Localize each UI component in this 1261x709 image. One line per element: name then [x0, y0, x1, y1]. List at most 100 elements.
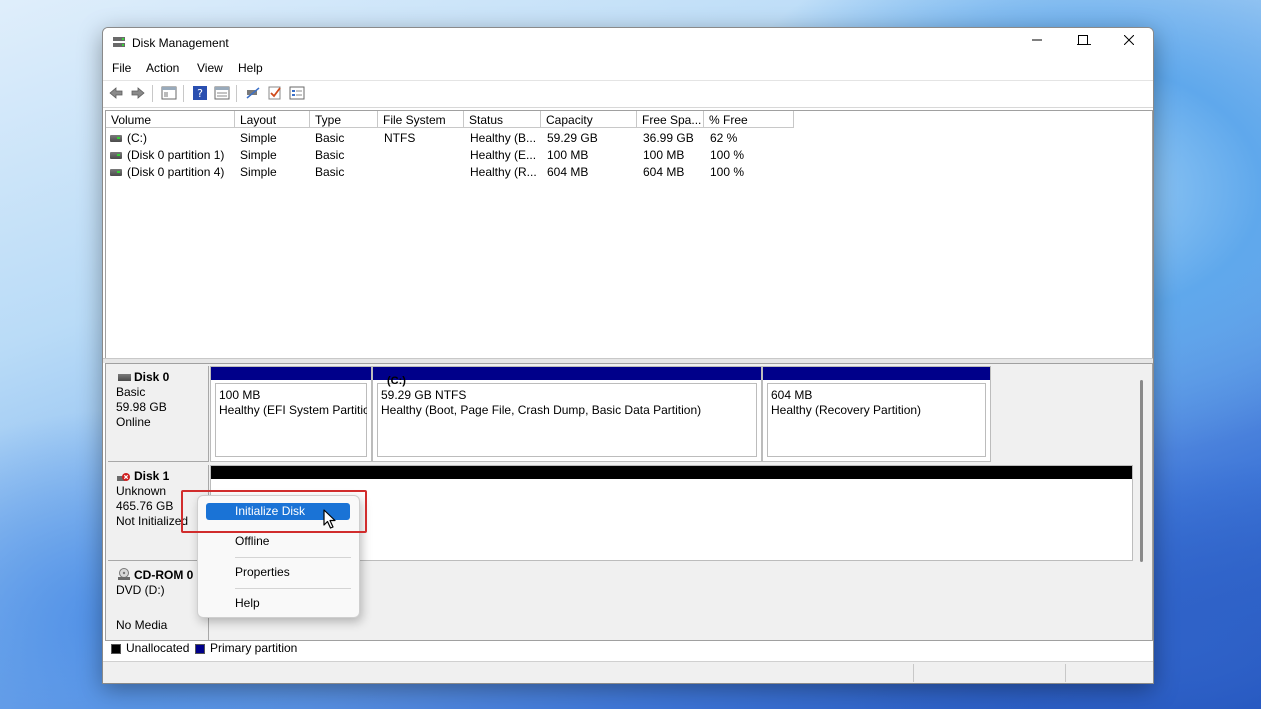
menu-separator [235, 588, 351, 589]
connect-icon[interactable] [245, 85, 261, 101]
volume-list[interactable]: Volume Layout Type File System Status Ca… [105, 110, 1153, 360]
toolbar: ? [103, 80, 1153, 108]
table-row[interactable]: (Disk 0 partition 1) Simple Basic Health… [106, 147, 1152, 164]
menu-file[interactable]: File [112, 61, 131, 75]
cell-percent-free: 62 % [710, 131, 738, 145]
cell-type: Basic [315, 165, 345, 179]
status-bar [103, 661, 1153, 683]
disk-1-status: Not Initialized [116, 514, 189, 528]
legend-unallocated: Unallocated [126, 641, 190, 655]
cell-layout: Simple [240, 148, 277, 162]
maximize-icon [1078, 35, 1088, 45]
disk-error-icon [117, 473, 130, 481]
partition-body: (C:) 59.29 GB NTFS Healthy (Boot, Page F… [377, 375, 757, 457]
status-divider [1065, 664, 1066, 682]
partition-status: Healthy (Boot, Page File, Crash Dump, Ba… [381, 403, 702, 417]
partition-size: 59.29 GB NTFS [381, 388, 467, 402]
partition-c[interactable]: (C:) 59.29 GB NTFS Healthy (Boot, Page F… [372, 366, 762, 462]
disk-map-scrollbar[interactable] [1140, 380, 1143, 562]
table-row[interactable]: (Disk 0 partition 4) Simple Basic Health… [106, 164, 1152, 181]
legend: Unallocated Primary partition [105, 640, 1151, 657]
legend-swatch-unallocated [111, 644, 121, 654]
column-type[interactable]: Type [310, 111, 378, 128]
close-icon [1123, 34, 1135, 46]
partition-efi[interactable]: 100 MB Healthy (EFI System Partition) [210, 366, 372, 462]
partition-status: Healthy (Recovery Partition) [771, 403, 922, 417]
cell-volume: (Disk 0 partition 1) [127, 148, 225, 162]
disk-0-type: Basic [116, 385, 146, 399]
partition-bar [763, 367, 990, 380]
maximize-button[interactable] [1060, 28, 1106, 54]
disk-0-name: Disk 0 [134, 370, 170, 384]
table-row[interactable]: (C:) Simple Basic NTFS Healthy (B... 59.… [106, 130, 1152, 147]
column-capacity[interactable]: Capacity [541, 111, 637, 128]
cell-capacity: 604 MB [547, 165, 589, 179]
list-icon[interactable] [289, 85, 305, 101]
disk-0-status: Online [116, 415, 151, 429]
cell-status: Healthy (B... [470, 131, 537, 145]
svg-text:?: ? [197, 87, 203, 100]
menu-properties[interactable]: Properties [206, 564, 350, 581]
partition-label: (C:) [387, 375, 406, 387]
legend-swatch-primary [195, 644, 205, 654]
drive-icon [110, 135, 122, 142]
disk-1-name: Disk 1 [134, 469, 170, 483]
window-title: Disk Management [132, 36, 229, 50]
cell-capacity: 100 MB [547, 148, 589, 162]
cell-free-space: 604 MB [643, 165, 685, 179]
menu-bar: File Action View Help [103, 58, 1153, 78]
cell-status: Healthy (E... [470, 148, 537, 162]
mouse-cursor-icon [323, 509, 336, 529]
cdrom-0-status: No Media [116, 618, 168, 632]
cell-status: Healthy (R... [470, 165, 537, 179]
drive-icon [110, 169, 122, 176]
forward-arrow-icon[interactable] [130, 85, 146, 101]
cell-free-space: 36.99 GB [643, 131, 694, 145]
cell-file-system: NTFS [384, 131, 416, 145]
title-bar[interactable]: Disk Management — [103, 28, 1153, 58]
menu-help-item[interactable]: Help [206, 595, 350, 612]
cell-type: Basic [315, 131, 345, 145]
menu-help[interactable]: Help [238, 61, 263, 75]
partition-bar [211, 367, 371, 380]
column-volume[interactable]: Volume [106, 111, 235, 128]
cdrom-0-label[interactable]: CD-ROM 0 DVD (D:) No Media [108, 564, 209, 640]
column-percent-free[interactable]: % Free [704, 111, 794, 128]
help-icon[interactable]: ? [192, 85, 208, 101]
status-divider [913, 664, 914, 682]
check-icon[interactable] [267, 85, 283, 101]
console-tree-icon[interactable] [161, 85, 177, 101]
menu-separator [235, 557, 351, 558]
cell-volume: (Disk 0 partition 4) [127, 165, 225, 179]
cell-layout: Simple [240, 165, 277, 179]
column-layout[interactable]: Layout [235, 111, 310, 128]
cell-capacity: 59.29 GB [547, 131, 598, 145]
back-arrow-icon[interactable] [108, 85, 124, 101]
disk-0-size: 59.98 GB [116, 400, 167, 414]
partition-recovery[interactable]: 604 MB Healthy (Recovery Partition) [762, 366, 991, 462]
close-button[interactable] [1106, 28, 1152, 54]
cell-percent-free: 100 % [710, 165, 745, 179]
minimize-button[interactable] [1014, 28, 1060, 54]
red-highlight-box [181, 490, 367, 533]
drive-icon [110, 152, 122, 159]
menu-action[interactable]: Action [146, 61, 179, 75]
cell-type: Basic [315, 148, 345, 162]
column-file-system[interactable]: File System [378, 111, 464, 128]
toolbar-separator [236, 85, 237, 102]
cdrom-0-name: CD-ROM 0 [134, 568, 194, 582]
menu-offline[interactable]: Offline [206, 533, 350, 550]
disk-1-type: Unknown [116, 484, 167, 498]
partition-size: 604 MB [771, 388, 813, 402]
partition-body: 100 MB Healthy (EFI System Partition) [215, 383, 367, 457]
partition-status: Healthy (EFI System Partition) [219, 403, 367, 417]
legend-primary: Primary partition [210, 641, 298, 655]
partition-body: 604 MB Healthy (Recovery Partition) [767, 383, 986, 457]
cell-free-space: 100 MB [643, 148, 685, 162]
disk-0-label[interactable]: Disk 0 Basic 59.98 GB Online [108, 366, 209, 462]
column-free-space[interactable]: Free Spa... [637, 111, 704, 128]
cd-drive-icon [118, 568, 130, 580]
menu-view[interactable]: View [197, 61, 223, 75]
properties-icon[interactable] [214, 85, 230, 101]
column-status[interactable]: Status [464, 111, 541, 128]
